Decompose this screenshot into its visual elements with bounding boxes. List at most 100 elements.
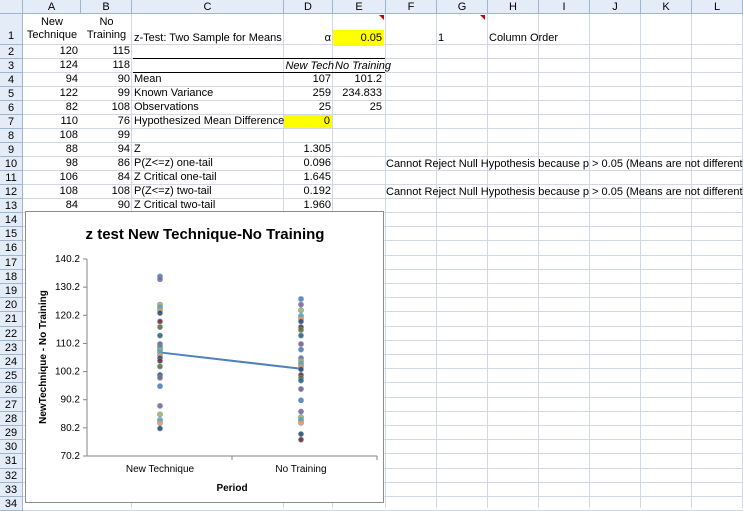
cell-c4[interactable]: Mean — [134, 73, 162, 86]
row-header-33[interactable]: 33 — [0, 482, 23, 497]
select-all-corner[interactable] — [0, 0, 23, 14]
row-header-2[interactable]: 2 — [0, 45, 23, 59]
cell-b7[interactable]: 76 — [81, 115, 130, 128]
row-header-10[interactable]: 10 — [0, 157, 23, 171]
cell-b3[interactable]: 118 — [81, 59, 130, 72]
row-header-1[interactable]: 1 — [0, 14, 23, 45]
cell-e6[interactable]: 25 — [333, 101, 382, 114]
row-header-12[interactable]: 12 — [0, 185, 23, 199]
cell-b8[interactable]: 99 — [81, 129, 130, 142]
cell-c11[interactable]: Z Critical one-tail — [134, 171, 217, 184]
row-header-6[interactable]: 6 — [0, 101, 23, 115]
cell-a8[interactable]: 108 — [24, 129, 78, 142]
row-header-17[interactable]: 17 — [0, 255, 23, 270]
row-header-5[interactable]: 5 — [0, 87, 23, 101]
cell-e4[interactable]: 101.2 — [333, 73, 382, 86]
cell-b1-line1[interactable]: No — [81, 16, 132, 29]
cell-b9[interactable]: 94 — [81, 143, 130, 156]
row-header-32[interactable]: 32 — [0, 468, 23, 483]
column-header-f[interactable]: F — [386, 0, 437, 14]
column-header-e[interactable]: E — [333, 0, 386, 14]
cell-c10[interactable]: P(Z<=z) one-tail — [134, 157, 213, 170]
cell-b1-line2[interactable]: Training — [81, 29, 132, 42]
column-header-c[interactable]: C — [132, 0, 284, 14]
cell-e9[interactable] — [333, 143, 382, 156]
column-header-k[interactable]: K — [641, 0, 692, 14]
cell-a3[interactable]: 124 — [24, 59, 78, 72]
cell-b5[interactable]: 99 — [81, 87, 130, 100]
cell-a6[interactable]: 82 — [24, 101, 78, 114]
cell-h10-note[interactable]: Cannot Reject Null Hypothesis because p … — [386, 158, 743, 171]
row-header-24[interactable]: 24 — [0, 355, 23, 370]
cell-b12[interactable]: 108 — [81, 185, 130, 198]
cell-a12[interactable]: 108 — [24, 185, 78, 198]
cell-d6[interactable]: 25 — [284, 101, 331, 114]
cell-d9[interactable]: 1.305 — [284, 143, 331, 156]
cell-e7[interactable] — [333, 115, 382, 128]
cell-e10[interactable] — [333, 157, 382, 170]
cell-d1-alpha[interactable]: α — [284, 32, 331, 45]
cell-b2[interactable]: 115 — [81, 45, 130, 58]
cell-a1-line1[interactable]: New — [24, 16, 80, 29]
cell-c9[interactable]: Z — [134, 143, 141, 156]
cell-a9[interactable]: 88 — [24, 143, 78, 156]
column-header-j[interactable]: J — [590, 0, 641, 14]
row-header-23[interactable]: 23 — [0, 340, 23, 355]
cell-a1-line2[interactable]: Technique — [24, 29, 80, 42]
cell-c5[interactable]: Known Variance — [134, 87, 213, 100]
cell-b10[interactable]: 86 — [81, 157, 130, 170]
row-header-28[interactable]: 28 — [0, 411, 23, 426]
cell-c7[interactable]: Hypothesized Mean Difference — [134, 115, 284, 128]
scatter-chart[interactable]: z test New Technique-No Training 140.2 130… — [25, 211, 384, 503]
cell-a10[interactable]: 98 — [24, 157, 78, 170]
row-header-34[interactable]: 34 — [0, 497, 23, 511]
row-header-7[interactable]: 7 — [0, 115, 23, 129]
cell-e11[interactable] — [333, 171, 382, 184]
cell-b11[interactable]: 84 — [81, 171, 130, 184]
row-header-26[interactable]: 26 — [0, 383, 23, 398]
cell-d4[interactable]: 107 — [284, 73, 331, 86]
column-header-i[interactable]: I — [539, 0, 590, 14]
row-header-16[interactable]: 16 — [0, 241, 23, 256]
row-header-20[interactable]: 20 — [0, 298, 23, 313]
row-header-31[interactable]: 31 — [0, 454, 23, 469]
cell-e8[interactable] — [333, 129, 382, 142]
cell-e1-alpha-value[interactable]: 0.05 — [333, 30, 384, 46]
column-header-l[interactable]: L — [692, 0, 743, 14]
row-header-21[interactable]: 21 — [0, 312, 23, 327]
column-header-h[interactable]: H — [488, 0, 539, 14]
cell-a5[interactable]: 122 — [24, 87, 78, 100]
cell-g1-value[interactable]: 1 — [438, 32, 444, 45]
row-header-29[interactable]: 29 — [0, 426, 23, 441]
row-header-11[interactable]: 11 — [0, 171, 23, 185]
column-header-a[interactable]: A — [23, 0, 81, 14]
row-header-22[interactable]: 22 — [0, 326, 23, 341]
cell-a4[interactable]: 94 — [24, 73, 78, 86]
cell-a11[interactable]: 106 — [24, 171, 78, 184]
row-header-18[interactable]: 18 — [0, 269, 23, 284]
row-header-9[interactable]: 9 — [0, 143, 23, 157]
row-header-3[interactable]: 3 — [0, 59, 23, 73]
cell-d5[interactable]: 259 — [284, 87, 331, 100]
cell-c6[interactable]: Observations — [134, 101, 199, 114]
row-header-14[interactable]: 14 — [0, 213, 23, 228]
cell-c12[interactable]: P(Z<=z) two-tail — [134, 185, 212, 198]
row-header-25[interactable]: 25 — [0, 369, 23, 384]
cell-a2[interactable]: 120 — [24, 45, 78, 58]
cell-e12[interactable] — [333, 185, 382, 198]
cell-d12[interactable]: 0.192 — [284, 185, 331, 198]
cell-d8[interactable] — [284, 129, 331, 142]
row-header-15[interactable]: 15 — [0, 227, 23, 242]
row-header-19[interactable]: 19 — [0, 284, 23, 299]
row-header-4[interactable]: 4 — [0, 73, 23, 87]
row-header-13[interactable]: 13 — [0, 199, 23, 213]
cell-b4[interactable]: 90 — [81, 73, 130, 86]
cell-h12-note[interactable]: Cannot Reject Null Hypothesis because p … — [386, 186, 743, 199]
row-header-8[interactable]: 8 — [0, 129, 23, 143]
cell-e5[interactable]: 234.833 — [333, 87, 382, 100]
row-header-27[interactable]: 27 — [0, 397, 23, 412]
cell-d10[interactable]: 0.096 — [284, 157, 331, 170]
cell-b6[interactable]: 108 — [81, 101, 130, 114]
cell-a7[interactable]: 110 — [24, 115, 78, 128]
column-header-b[interactable]: B — [81, 0, 132, 14]
